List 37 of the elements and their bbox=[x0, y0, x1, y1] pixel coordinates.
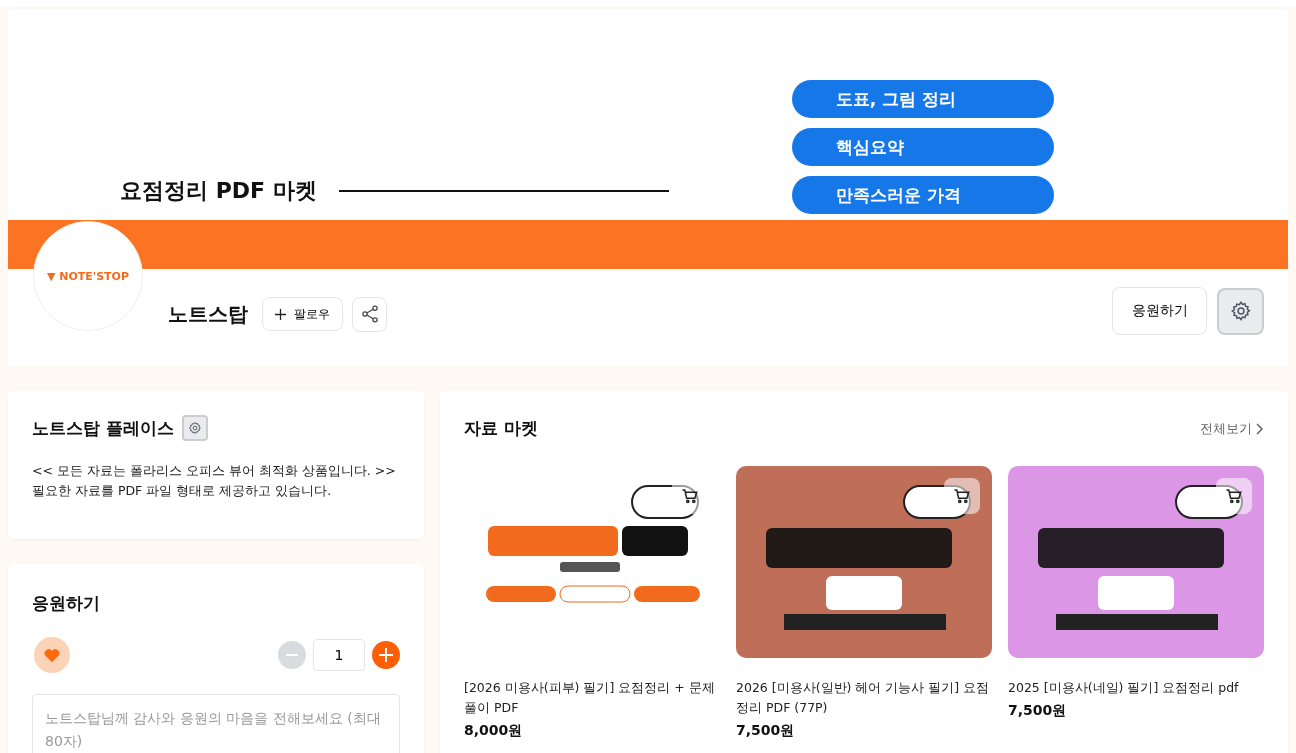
product-title[interactable]: 2026 [미용사(일반) 헤어 기능사 필기] 요점정리 PDF (77P) bbox=[736, 678, 992, 718]
plus-icon bbox=[275, 308, 286, 320]
card-title: 응원하기 bbox=[32, 592, 100, 615]
banner-title: 요점정리 PDF 마켓 bbox=[120, 177, 317, 205]
settings-icon bbox=[1229, 300, 1252, 322]
cart-button[interactable] bbox=[1216, 478, 1252, 514]
settings-button[interactable] bbox=[1217, 287, 1264, 335]
plus-icon bbox=[379, 648, 393, 662]
chevron-right-icon bbox=[1256, 422, 1264, 435]
view-all-link[interactable]: 전체보기 bbox=[1200, 419, 1264, 438]
avatar-logo: ▼ NOTE'STOP bbox=[46, 269, 130, 283]
profile-name: 노트스탑 bbox=[168, 300, 248, 328]
cart-icon bbox=[953, 487, 971, 505]
share-button[interactable] bbox=[352, 296, 387, 332]
intro-text: << 모든 자료는 폴라리스 오피스 뷰어 최적화 상품입니다. >> 필요한 자료를 PDF 파일 형태로 제공하고 있습니다. bbox=[32, 462, 397, 500]
product-price: 7,500원 bbox=[1008, 702, 1068, 720]
increment-button[interactable] bbox=[372, 641, 400, 669]
follow-button[interactable]: 팔로우 bbox=[262, 297, 343, 331]
count-field[interactable]: 1 bbox=[313, 639, 365, 671]
product-title[interactable]: [2026 미용사(피부) 필기] 요점정리 + 문제풀이 PDF bbox=[464, 678, 720, 718]
feature-pill: 만족스러운 가격 bbox=[791, 176, 1054, 214]
product-price: 7,500원 bbox=[736, 722, 796, 740]
settings-button[interactable] bbox=[181, 415, 208, 441]
product-title[interactable]: 2025 [미용사(네일) 필기] 요점정리 pdf bbox=[1008, 678, 1264, 698]
settings-icon bbox=[187, 421, 202, 435]
feature-pill: 핵심요약 bbox=[791, 128, 1054, 166]
card-title: 자료 마켓 bbox=[464, 417, 538, 440]
support-button[interactable]: 응원하기 bbox=[1112, 287, 1207, 335]
cart-button[interactable] bbox=[944, 478, 980, 514]
cart-icon bbox=[1225, 487, 1243, 505]
minus-icon bbox=[286, 654, 298, 656]
share-icon bbox=[359, 304, 380, 324]
card-title: 노트스탑 플레이스 bbox=[32, 416, 174, 440]
cart-icon bbox=[681, 487, 699, 505]
feature-pill: 도표, 그림 정리 bbox=[791, 80, 1054, 118]
product-price: 8,000원 bbox=[464, 722, 524, 740]
message-field[interactable]: 노트스탑님께 감사와 응원의 마음을 전해보세요 (최대 80자) bbox=[32, 694, 400, 753]
